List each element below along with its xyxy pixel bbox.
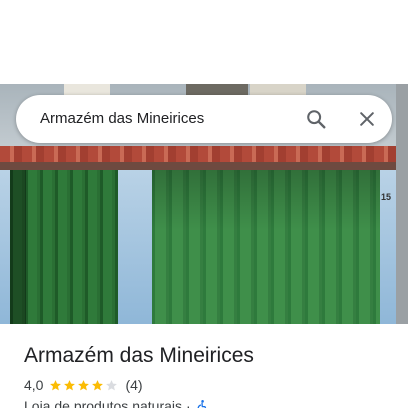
- photo-roof-shadow: [0, 162, 408, 170]
- search-icon: [307, 110, 326, 129]
- search-button[interactable]: [302, 105, 330, 133]
- top-blank-area: [0, 0, 408, 84]
- close-icon: [360, 112, 374, 126]
- rating-row[interactable]: 4,0 (4): [24, 376, 143, 394]
- separator-dot: ·: [186, 398, 191, 408]
- photo-door-left-shadow: [10, 170, 26, 324]
- category-label[interactable]: Loja de produtos naturais: [24, 398, 182, 408]
- rating-stars: [49, 379, 119, 392]
- star-filled-icon: [92, 379, 104, 390]
- star-filled-icon: [64, 379, 76, 390]
- close-button[interactable]: [353, 105, 381, 133]
- search-bar[interactable]: Armazém das Mineirices: [16, 95, 392, 143]
- wheelchair-accessible-icon: [197, 400, 206, 408]
- photo-door-left: [10, 170, 118, 324]
- rating-value: 4,0: [24, 377, 44, 393]
- place-title: Armazém das Mineirices: [24, 344, 254, 367]
- star-empty-icon: [106, 379, 118, 390]
- search-input[interactable]: Armazém das Mineirices: [40, 110, 204, 127]
- photo-house-number: 15: [381, 192, 392, 202]
- photo-door-right-shade: [152, 170, 380, 230]
- category-row: Loja de produtos naturais ·: [24, 398, 209, 408]
- star-filled-icon: [50, 379, 62, 390]
- photo-roof: [0, 146, 408, 162]
- star-filled-icon: [78, 379, 90, 390]
- place-info-panel: Armazém das Mineirices 4,0 (4) Loja de p…: [0, 324, 408, 408]
- review-count[interactable]: (4): [125, 377, 142, 393]
- photo-pole: [396, 84, 408, 324]
